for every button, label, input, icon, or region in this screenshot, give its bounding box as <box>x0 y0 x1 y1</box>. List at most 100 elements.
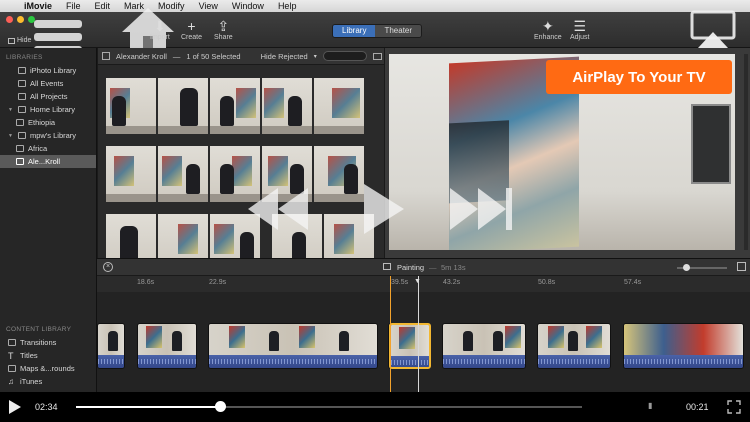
tab-theater[interactable]: Theater <box>375 25 422 37</box>
selected-timeline-clip[interactable] <box>389 323 431 369</box>
sidebar-item-ethiopia[interactable]: Ethiopia <box>0 116 96 129</box>
content-library: CONTENT LIBRARY Transitions T Titles Map… <box>0 320 97 388</box>
elapsed-time: 02:34 <box>35 402 58 412</box>
hide-sidebar-button[interactable]: Hide <box>8 37 31 44</box>
menu-help[interactable]: Help <box>278 1 297 11</box>
settings-icon[interactable] <box>737 262 746 271</box>
grid-icon[interactable] <box>102 52 110 60</box>
menu-bar: iMovie File Edit Mark Modify View Window… <box>0 0 750 12</box>
adjust-button[interactable]: ☰ Adjust <box>570 18 589 41</box>
events-icon <box>18 80 26 87</box>
sidebar-item-label: All Projects <box>30 92 68 101</box>
transitions-icon <box>8 339 16 346</box>
sidebar-item-home-library[interactable]: ▼ Home Library <box>0 103 96 116</box>
menu-window[interactable]: Window <box>232 1 264 11</box>
viewer-scrollbar[interactable] <box>744 54 748 250</box>
clip-thumbnail[interactable] <box>106 78 156 134</box>
airplay-icon[interactable] <box>690 10 736 50</box>
sidebar-item-iphoto-library[interactable]: iPhoto Library <box>0 64 96 77</box>
play-icon[interactable] <box>8 399 22 415</box>
browser-header: Alexander Kroll — 1 of 50 Selected Hide … <box>98 48 384 65</box>
minimize-window-button[interactable] <box>17 16 24 23</box>
sidebar-item-label: Maps &...rounds <box>20 364 75 373</box>
sidebar-item-label: Ale...Kroll <box>28 157 61 166</box>
filter-dropdown[interactable]: Hide Rejected <box>261 52 308 61</box>
adjust-label: Adjust <box>570 34 590 41</box>
clip-thumbnail[interactable] <box>158 146 208 202</box>
libraries-sidebar: LIBRARIES iPhoto Library All Events All … <box>0 48 97 392</box>
play-icon[interactable] <box>360 180 408 238</box>
browser-title: Alexander Kroll <box>116 51 167 61</box>
clip-thumbnail[interactable] <box>314 78 364 134</box>
sidebar-item-transitions[interactable]: Transitions <box>0 336 97 349</box>
timeline-clip[interactable] <box>137 323 197 369</box>
close-window-button[interactable] <box>6 16 13 23</box>
timeline-clip[interactable] <box>623 323 744 369</box>
search-input[interactable] <box>322 51 367 61</box>
progress-knob[interactable] <box>215 401 227 412</box>
sidebar-item-itunes[interactable]: ♫ iTunes <box>0 375 97 388</box>
clip-thumbnail[interactable] <box>262 78 312 134</box>
media-player-bar: 02:34 ▮ 00:21 <box>0 392 750 422</box>
rewind-icon[interactable] <box>244 184 310 234</box>
disclosure-triangle-icon[interactable]: ▼ <box>8 107 14 113</box>
sidebar-item-alexander-kroll[interactable]: Ale...Kroll <box>0 155 96 168</box>
fullscreen-icon[interactable] <box>726 399 742 415</box>
fast-forward-icon[interactable] <box>448 184 514 234</box>
library-icon <box>18 106 26 113</box>
clip-thumbnail[interactable] <box>210 78 260 134</box>
progress-track[interactable] <box>76 401 582 412</box>
close-icon[interactable]: × <box>103 262 113 272</box>
disclosure-triangle-icon[interactable]: ▼ <box>8 133 14 139</box>
ruler-tick-label: 22.9s <box>209 279 227 286</box>
timeline-clip[interactable] <box>537 323 611 369</box>
sidebar-item-label: All Events <box>30 79 64 88</box>
music-note-icon: ♫ <box>8 377 14 386</box>
clip-thumbnail[interactable] <box>158 78 208 134</box>
tab-library[interactable]: Library <box>333 25 376 37</box>
volume-icon[interactable]: ▮ <box>648 401 652 410</box>
timeline-ruler[interactable]: 18.6s 22.9s 39.5s 43.2s 50.8s 57.4s <box>97 276 750 292</box>
magic-wand-icon: ✦ <box>541 18 554 34</box>
clip-thumbnail[interactable] <box>106 146 156 202</box>
event-browser: Alexander Kroll — 1 of 50 Selected Hide … <box>98 48 384 270</box>
libraries-header: LIBRARIES <box>6 54 43 61</box>
clip-filmstrip[interactable] <box>106 78 364 134</box>
import-label: Import <box>150 34 170 41</box>
menu-edit[interactable]: Edit <box>95 1 111 11</box>
zoom-slider[interactable] <box>677 264 727 271</box>
airplay-banner[interactable]: AirPlay To Your TV <box>546 60 732 94</box>
enhance-button[interactable]: ✦ Enhance <box>534 18 562 41</box>
playhead[interactable] <box>390 276 391 392</box>
sidebar-item-titles[interactable]: T Titles <box>0 349 97 362</box>
sliders-icon: ☰ <box>573 18 587 34</box>
titles-icon: T <box>8 350 14 361</box>
clip-filmstrip[interactable] <box>106 146 364 202</box>
menu-imovie[interactable]: iMovie <box>24 1 52 11</box>
hide-label: Hide <box>17 37 32 44</box>
create-button[interactable]: + Create <box>181 18 202 41</box>
share-button[interactable]: ⇪ Share <box>214 18 233 41</box>
playhead-marker-icon[interactable]: ▼ <box>414 278 421 285</box>
sidebar-item-africa[interactable]: Africa <box>0 142 96 155</box>
import-button[interactable]: ⬇ Import <box>150 18 170 41</box>
sidebar-item-maps-backgrounds[interactable]: Maps &...rounds <box>0 362 97 375</box>
timeline-clip[interactable] <box>442 323 526 369</box>
project-timeline[interactable] <box>97 292 750 392</box>
menu-file[interactable]: File <box>66 1 81 11</box>
timeline-header: × Painting — 5m 13s <box>97 258 750 276</box>
projects-icon <box>18 93 26 100</box>
sidebar-item-label: Ethiopia <box>28 118 56 127</box>
remaining-time: 00:21 <box>686 402 709 412</box>
sidebar-item-label: mpw's Library <box>30 131 77 140</box>
timeline-clip[interactable] <box>208 323 378 369</box>
clip-thumbnail[interactable] <box>314 146 364 202</box>
event-icon <box>16 158 24 165</box>
zoom-slider-knob[interactable] <box>683 264 690 271</box>
sidebar-item-mpws-library[interactable]: ▼ mpw's Library <box>0 129 96 142</box>
timeline-clip[interactable] <box>97 323 125 369</box>
menu-view[interactable]: View <box>199 1 218 11</box>
clip-appearance-icon[interactable] <box>372 52 382 60</box>
sidebar-item-all-projects[interactable]: All Projects <box>0 90 96 103</box>
sidebar-item-all-events[interactable]: All Events <box>0 77 96 90</box>
